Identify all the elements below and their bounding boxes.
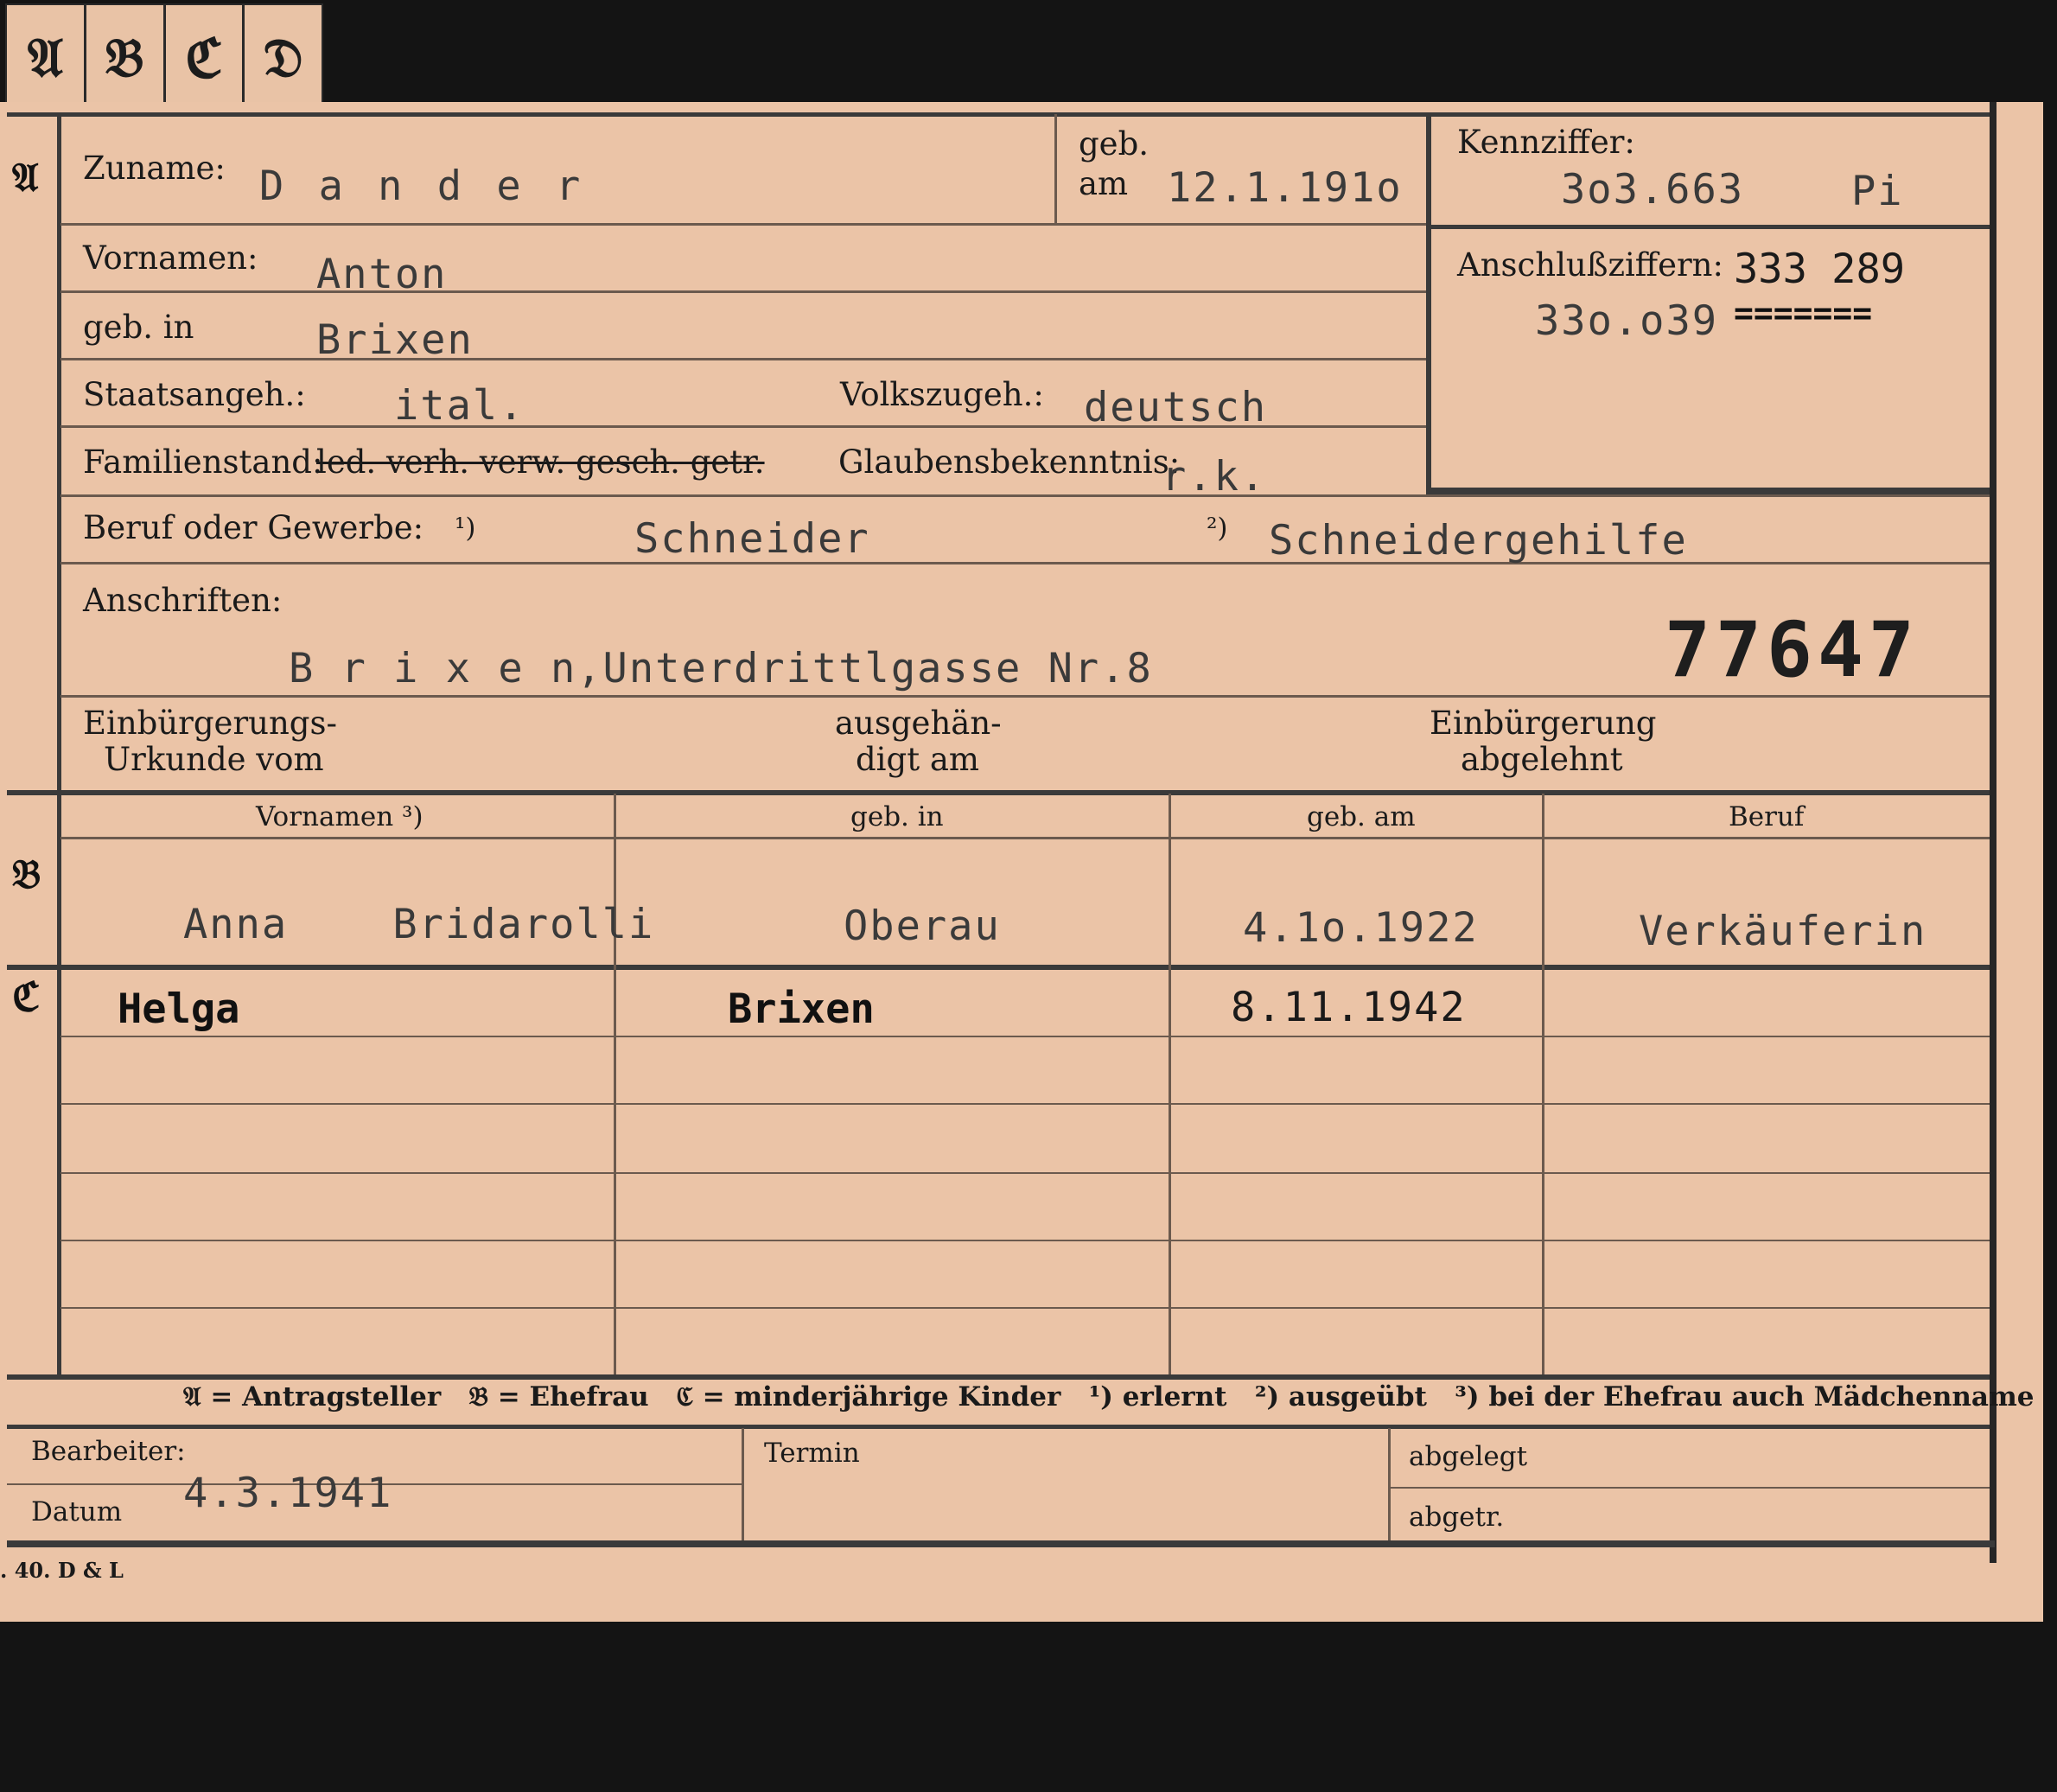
value-anschrift: B r i x e n,Unterdrittlgasse Nr.8 — [289, 645, 1153, 692]
child-geb-am: 8.11.1942 — [1231, 984, 1467, 1031]
value-kennziffer-suffix: Pi — [1851, 168, 1904, 215]
value-anschluss-mark: ======= — [1734, 294, 1873, 332]
value-beruf-1: Schneider — [634, 515, 870, 563]
header-beruf: Beruf — [1729, 801, 1805, 832]
rule — [60, 494, 1990, 497]
label-einbuergerung-urkunde-2: Urkunde vom — [104, 741, 324, 778]
box-bottom — [1426, 488, 1990, 494]
value-kennziffer: 3o3.663 — [1561, 166, 1745, 214]
label-bearbeiter: Bearbeiter: — [31, 1436, 186, 1467]
printer-imprint: . 40. D & L — [0, 1558, 124, 1583]
header-geb-am: geb. am — [1307, 801, 1416, 832]
index-tab-strip: 𝔄 𝔅 ℭ 𝔇 — [5, 3, 323, 111]
legend-bottom — [7, 1425, 1990, 1429]
rule — [60, 695, 1990, 698]
tab-letter-c: ℭ — [166, 5, 245, 111]
label-einbuergerung-urkunde-1: Einbürgerungs- — [83, 705, 337, 742]
rule — [60, 1307, 1990, 1309]
label-familienstand: Familienstand: — [83, 443, 323, 481]
tab-letter-b: 𝔅 — [86, 5, 166, 111]
header-geb-in: geb. in — [850, 801, 944, 832]
col-line — [742, 1428, 744, 1540]
tab-letter-a: 𝔄 — [7, 5, 86, 111]
rule — [60, 358, 1426, 360]
box-divider — [1426, 225, 1990, 229]
value-anschluss-2: 33o.o39 — [1535, 297, 1719, 345]
value-vornamen: Anton — [316, 251, 448, 298]
rule — [60, 223, 1426, 226]
value-datum: 4.3.1941 — [183, 1470, 393, 1517]
label-kennziffer: Kennziffer: — [1457, 124, 1635, 161]
label-staatsangeh: Staatsangeh.: — [83, 376, 306, 413]
label-beruf: Beruf oder Gewerbe: — [83, 509, 424, 546]
label-zuname: Zuname: — [83, 150, 226, 187]
label-ausgehaendigt-2: digt am — [856, 741, 979, 778]
label-anschriften: Anschriften: — [83, 582, 283, 619]
child-geb-in: Brixen — [728, 985, 875, 1033]
value-familienstand-options: led. verh. verw. gesch. getr. — [316, 443, 765, 481]
col-line — [1388, 1428, 1391, 1540]
footnote-2: ²) — [1207, 513, 1228, 544]
rule — [60, 562, 1990, 564]
section-letter-a: 𝔄 — [12, 154, 39, 201]
registration-card: 𝔄 𝔅 ℭ Zuname: D a n d e r geb. am 12.1.1… — [0, 102, 2043, 1622]
child-name: Helga — [118, 985, 240, 1033]
frame-right — [1990, 102, 1996, 1563]
value-anschluss-1: 333 289 — [1734, 246, 1906, 293]
spouse-geb-in: Oberau — [844, 902, 1001, 950]
value-staatsangeh: ital. — [394, 382, 525, 430]
spouse-beruf: Verkäuferin — [1639, 908, 1927, 955]
label-abgelehnt-2: abgelehnt — [1461, 741, 1623, 778]
label-abgelehnt-1: Einbürgerung — [1430, 705, 1657, 742]
rule — [60, 837, 1990, 839]
section-letter-b: 𝔅 — [12, 851, 41, 897]
legend-text: 𝔄 = Antragsteller 𝔅 = Ehefrau ℭ = minder… — [183, 1381, 2035, 1413]
value-volkszugeh: deutsch — [1084, 384, 1268, 431]
frame-left-inner — [57, 114, 61, 1378]
spouse-geb-am: 4.1o.1922 — [1243, 904, 1479, 952]
label-anschlussziffern: Anschlußziffern: — [1457, 246, 1723, 284]
label-vornamen: Vornamen: — [83, 239, 258, 277]
label-am: am — [1079, 165, 1129, 202]
frame-top — [7, 112, 1995, 117]
stamp-number: 77647 — [1665, 605, 1920, 694]
box-left — [1426, 114, 1431, 494]
section-divider-ab — [7, 790, 1990, 795]
frame-bottom — [7, 1540, 1995, 1547]
rule — [1054, 114, 1057, 223]
label-geb: geb. — [1079, 125, 1150, 163]
section-letter-c: ℭ — [12, 973, 41, 1020]
rule — [60, 1172, 1990, 1174]
col-line — [614, 794, 616, 1378]
label-abgetr: abgetr. — [1409, 1502, 1505, 1533]
col-line — [1542, 794, 1544, 1378]
rule — [60, 1036, 1990, 1037]
spouse-name: Anna Bridarolli — [183, 901, 655, 948]
label-termin: Termin — [764, 1438, 860, 1469]
label-volkszugeh: Volkszugeh.: — [840, 376, 1044, 413]
tab-letter-d: 𝔇 — [263, 26, 303, 89]
rule — [1390, 1487, 1990, 1489]
label-glaubensbekenntnis: Glaubensbekenntnis: — [838, 443, 1181, 481]
label-geb-in: geb. in — [83, 309, 194, 346]
legend-top — [7, 1374, 1990, 1380]
label-ausgehaendigt-1: ausgehän- — [835, 705, 1002, 742]
rule — [60, 1103, 1990, 1105]
label-datum: Datum — [31, 1496, 123, 1527]
value-zuname: D a n d e r — [259, 163, 586, 210]
rule — [60, 290, 1426, 293]
footnote-1: ¹) — [455, 513, 476, 544]
section-divider-bc — [7, 965, 1990, 970]
value-glaubensbekenntnis: r.k. — [1162, 453, 1267, 501]
rule — [60, 1240, 1990, 1241]
col-line — [1169, 794, 1171, 1378]
label-abgelegt: abgelegt — [1409, 1441, 1528, 1472]
value-geb-am: 12.1.191o — [1167, 164, 1403, 212]
value-geb-in: Brixen — [316, 316, 474, 364]
value-beruf-2: Schneidergehilfe — [1269, 517, 1688, 564]
header-vornamen: Vornamen ³) — [256, 801, 424, 832]
